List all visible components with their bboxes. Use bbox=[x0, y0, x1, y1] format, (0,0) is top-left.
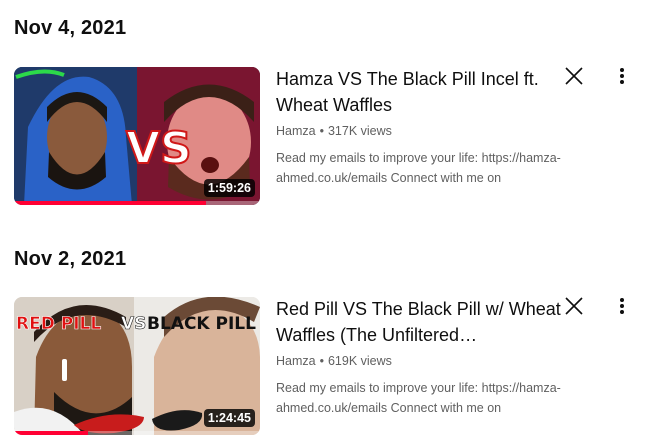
watch-progress-fill bbox=[14, 431, 88, 435]
thumbnail-black-pill-text: BLACK PILL bbox=[147, 314, 256, 334]
close-icon bbox=[565, 297, 583, 315]
thumbnail-vs-text: VS bbox=[126, 123, 192, 174]
video-meta: Hamza • 619K views bbox=[276, 352, 566, 370]
video-title[interactable]: Red Pill VS The Black Pill w/ Wheat Waff… bbox=[276, 296, 566, 348]
more-vert-icon bbox=[620, 298, 624, 314]
video-info: Red Pill VS The Black Pill w/ Wheat Waff… bbox=[276, 296, 566, 418]
close-icon bbox=[565, 67, 583, 85]
video-duration: 1:24:45 bbox=[203, 409, 255, 427]
video-meta: Hamza • 317K views bbox=[276, 122, 566, 140]
watch-progress-fill bbox=[14, 201, 206, 205]
meta-separator: • bbox=[319, 124, 324, 138]
video-thumbnail[interactable]: RED PILL VS BLACK PILL 1:24:45 bbox=[14, 297, 260, 435]
video-description: Read my emails to improve your life: htt… bbox=[276, 381, 561, 415]
channel-name[interactable]: Hamza bbox=[276, 124, 316, 138]
video-duration: 1:59:26 bbox=[203, 179, 255, 197]
action-menu-button[interactable] bbox=[610, 294, 634, 318]
watch-progress-bar bbox=[14, 431, 260, 435]
history-date-heading: Nov 4, 2021 bbox=[14, 17, 127, 39]
action-menu-button[interactable] bbox=[610, 64, 634, 88]
thumbnail-red-pill-text: RED PILL bbox=[16, 314, 101, 334]
video-thumbnail[interactable]: VS 1:59:26 bbox=[14, 67, 260, 205]
video-info: Hamza VS The Black Pill Incel ft. Wheat … bbox=[276, 66, 566, 188]
video-description: Read my emails to improve your life: htt… bbox=[276, 151, 561, 185]
view-count: 619K views bbox=[327, 354, 392, 368]
watch-progress-bar bbox=[14, 201, 260, 205]
remove-from-history-button[interactable] bbox=[562, 294, 586, 318]
video-title[interactable]: Hamza VS The Black Pill Incel ft. Wheat … bbox=[276, 66, 566, 118]
history-date-heading: Nov 2, 2021 bbox=[14, 248, 127, 270]
channel-name[interactable]: Hamza bbox=[276, 354, 316, 368]
meta-separator: • bbox=[319, 354, 324, 368]
remove-from-history-button[interactable] bbox=[562, 64, 586, 88]
thumbnail-vs-text: VS bbox=[121, 314, 146, 334]
more-vert-icon bbox=[620, 68, 624, 84]
view-count: 317K views bbox=[327, 124, 392, 138]
